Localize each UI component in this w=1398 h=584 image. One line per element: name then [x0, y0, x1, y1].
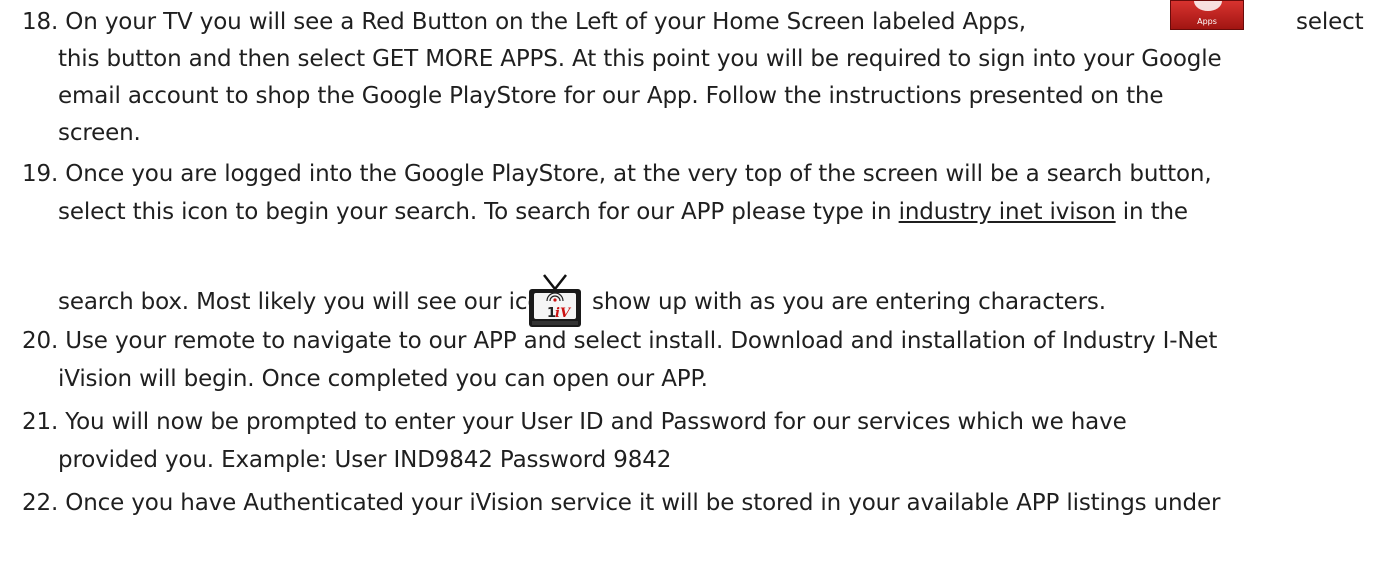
- step-19-line-3: search box. Most likely you will see our…: [58, 289, 556, 315]
- apps-icon: Apps: [1170, 0, 1244, 30]
- step-19-line-2-text: select this icon to begin your search. T…: [58, 199, 899, 225]
- step-18-line-1-end: select: [1296, 9, 1364, 35]
- step-21-line-1: 21. You will now be prompted to enter yo…: [22, 409, 1127, 435]
- step-18-line-1: 18. On your TV you will see a Red Button…: [22, 9, 1026, 35]
- step-20-line-2: iVision will begin. Once completed you c…: [58, 366, 708, 392]
- ivision-tv-icon: 1 iV: [529, 274, 581, 327]
- step-21-line-2: provided you. Example: User IND9842 Pass…: [58, 447, 672, 473]
- step-18-line-3: email account to shop the Google PlaySto…: [58, 83, 1164, 109]
- document-page: 18. On your TV you will see a Red Button…: [0, 0, 1398, 584]
- apps-icon-label: Apps: [1197, 17, 1217, 26]
- search-term: industry inet ivison: [898, 199, 1116, 225]
- step-22-line-1: 22. Once you have Authenticated your iVi…: [22, 490, 1221, 516]
- step-18-line-4: screen.: [58, 120, 141, 146]
- step-19-line-1: 19. Once you are logged into the Google …: [22, 161, 1212, 187]
- step-18-line-2: this button and then select GET MORE APP…: [58, 46, 1222, 72]
- tv-icon-label: iV: [555, 306, 572, 321]
- step-19-line-3-end: show up with as you are entering charact…: [592, 289, 1106, 315]
- step-19-line-2-end: in the: [1115, 199, 1188, 225]
- step-20-line-1: 20. Use your remote to navigate to our A…: [22, 328, 1218, 354]
- step-19-line-2: select this icon to begin your search. T…: [58, 198, 1188, 226]
